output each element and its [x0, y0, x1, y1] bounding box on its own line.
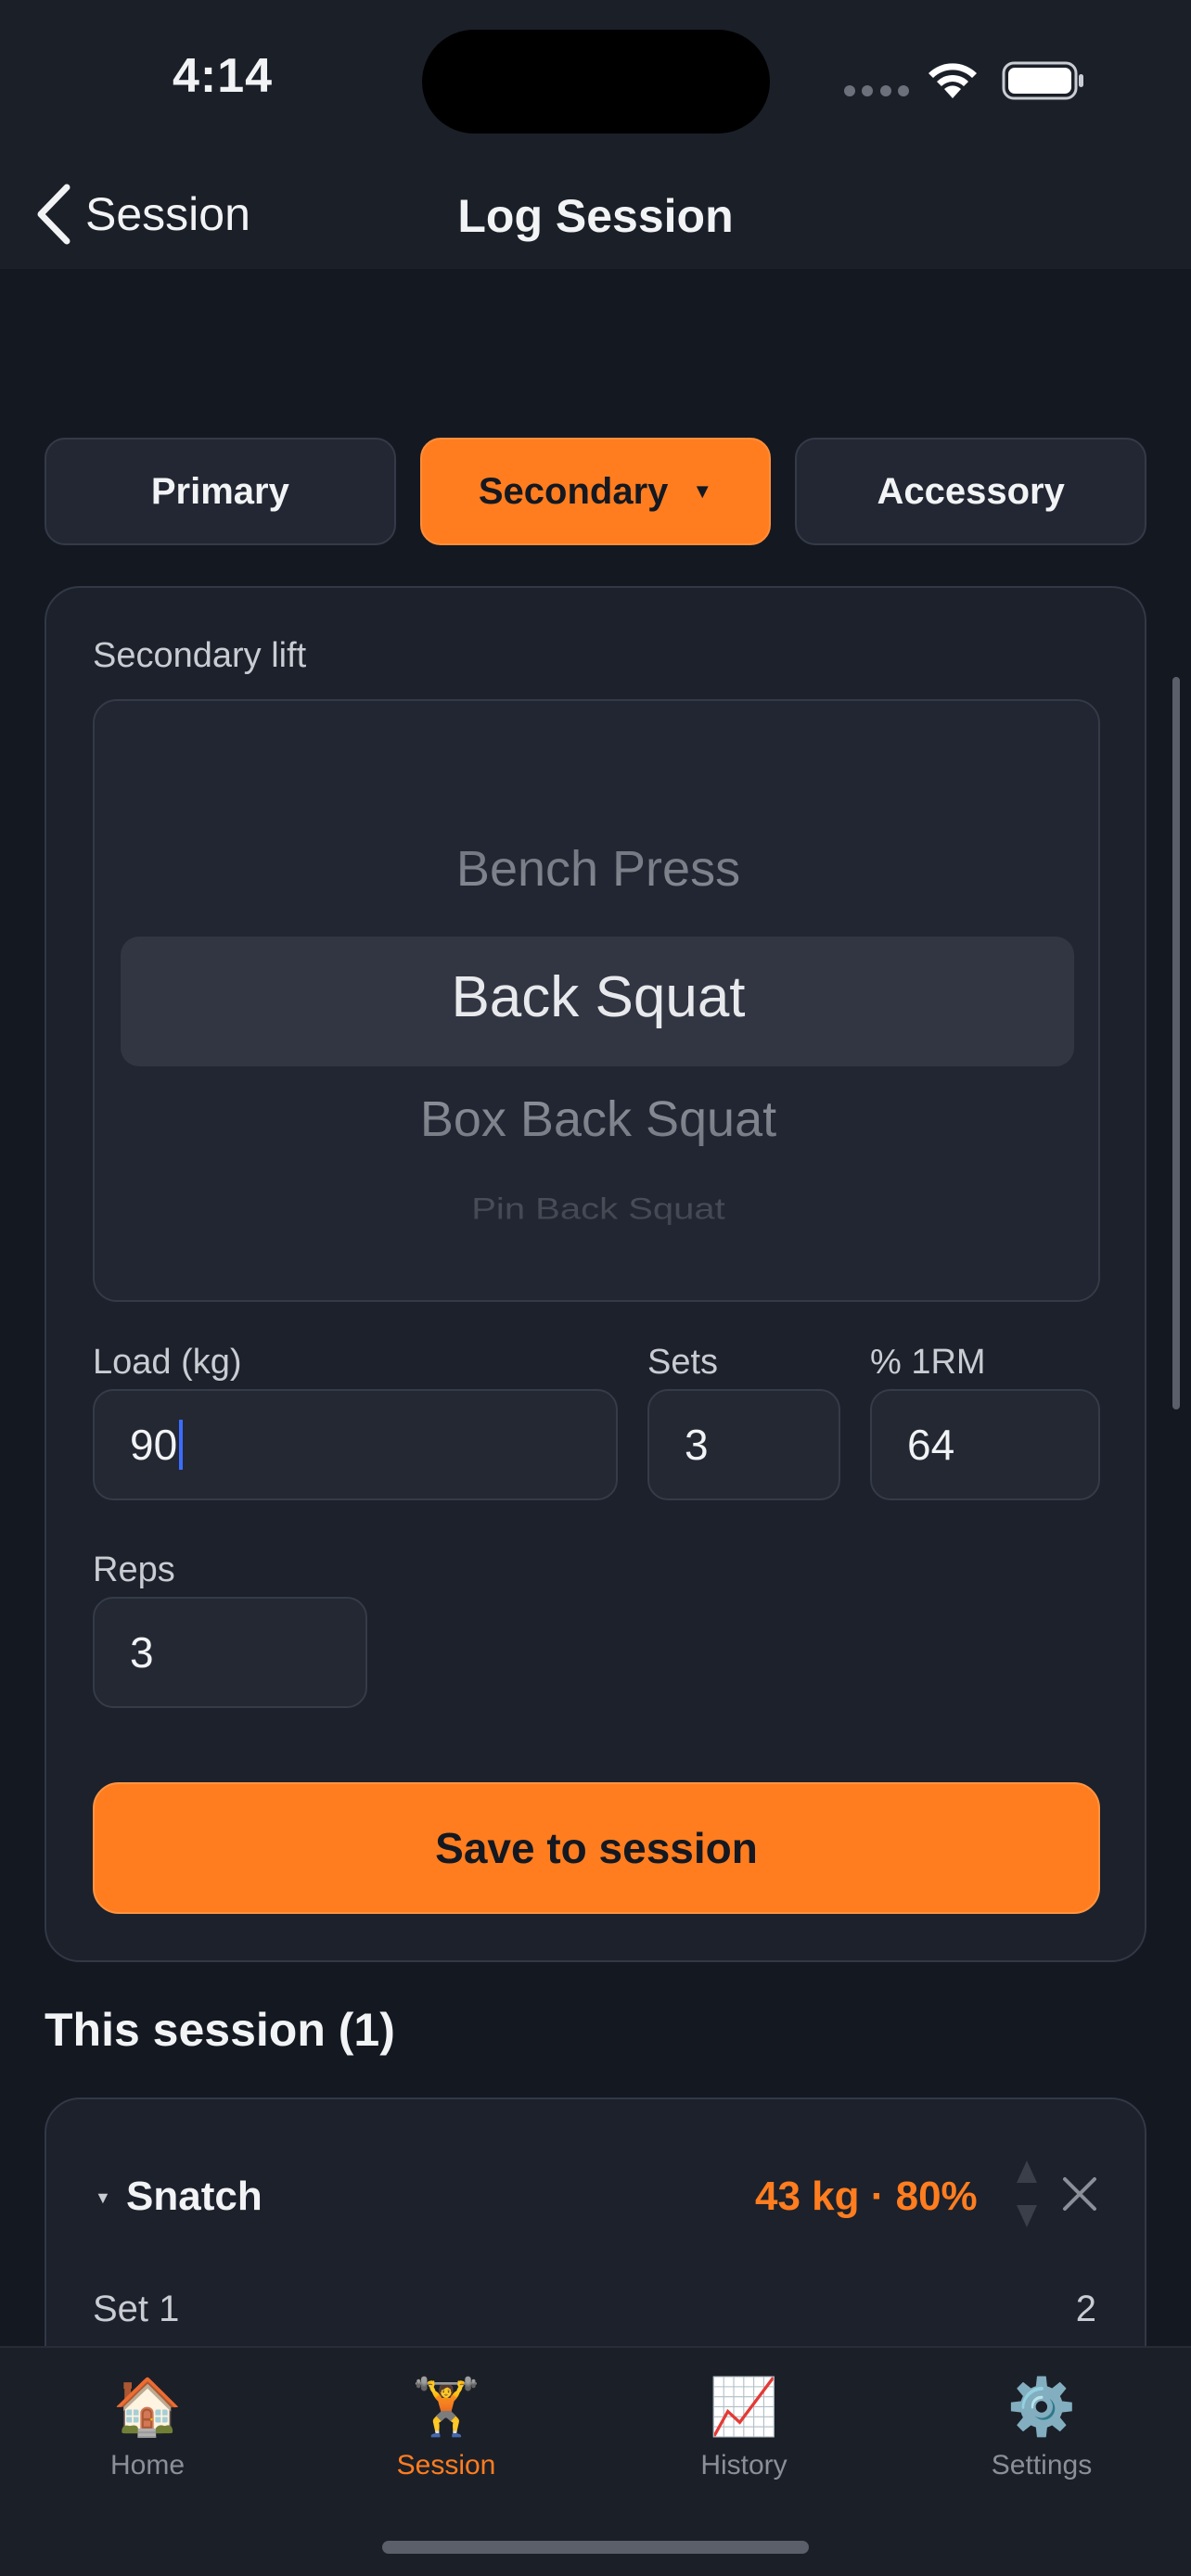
- tab-accessory[interactable]: Accessory: [795, 438, 1147, 545]
- disclosure-triangle-icon[interactable]: ▼: [95, 2188, 111, 2208]
- wifi-icon: [928, 63, 977, 98]
- save-to-session-button[interactable]: Save to session: [93, 1782, 1100, 1914]
- tab-bar-home[interactable]: 🏠 Home: [55, 2372, 240, 2481]
- sets-label: Sets: [647, 1343, 719, 1382]
- secondary-lift-label: Secondary lift: [93, 636, 307, 675]
- chart-increasing-icon: 📈: [709, 2376, 779, 2438]
- picker-option-below[interactable]: Box Back Squat: [95, 1090, 1098, 1148]
- sets-value: 3: [685, 1421, 709, 1469]
- lift-type-tabs: Primary Secondary ▼ Accessory: [45, 438, 1147, 545]
- tab-secondary-label: Secondary: [478, 470, 669, 512]
- reps-value: 3: [130, 1628, 154, 1677]
- tab-primary-label: Primary: [150, 470, 289, 512]
- entry-lift-name[interactable]: Snatch: [126, 2174, 263, 2220]
- tab-accessory-label: Accessory: [877, 470, 1065, 512]
- lift-entry-card: Secondary lift Bench Press Back Squat Bo…: [45, 586, 1146, 1962]
- gear-icon: ⚙️: [1006, 2376, 1077, 2438]
- reps-input[interactable]: 3: [93, 1597, 367, 1708]
- picker-option-far-below[interactable]: Pin Back Squat: [95, 1193, 1098, 1227]
- reps-label: Reps: [93, 1550, 175, 1589]
- back-button-label: Session: [85, 188, 250, 240]
- navigation-bar: Log Session Session: [0, 158, 1191, 269]
- status-bar: 4:14: [0, 0, 1191, 158]
- back-button[interactable]: Session: [33, 182, 250, 247]
- tab-bar-home-label: Home: [109, 2450, 186, 2480]
- scrollbar[interactable]: [1172, 677, 1180, 1409]
- weightlifter-icon: 🏋️: [411, 2376, 481, 2438]
- load-value: 90: [130, 1421, 178, 1469]
- sets-input[interactable]: 3: [647, 1389, 840, 1500]
- tab-bar-settings-label: Settings: [991, 2450, 1093, 2480]
- entry-summary: 43 kg · 80%: [755, 2174, 978, 2219]
- caret-down-icon: ▼: [692, 479, 713, 503]
- set-row-value: 2: [1075, 2289, 1096, 2329]
- tab-secondary[interactable]: Secondary ▼: [419, 438, 772, 545]
- tab-primary[interactable]: Primary: [45, 438, 396, 545]
- tab-bar-history-label: History: [700, 2450, 788, 2480]
- percent-1rm-input[interactable]: 64: [870, 1389, 1100, 1500]
- tab-bar-session[interactable]: 🏋️ Session: [353, 2372, 539, 2481]
- set-row-label: Set 1: [93, 2289, 180, 2329]
- status-time: 4:14: [173, 49, 274, 103]
- percent-1rm-value: 64: [907, 1421, 955, 1469]
- cellular-signal-icon: [844, 85, 909, 96]
- load-input[interactable]: 90: [93, 1389, 618, 1500]
- session-section-title: This session (1): [45, 2004, 395, 2056]
- battery-icon: [1002, 61, 1083, 100]
- reorder-arrows-icon[interactable]: [1015, 2157, 1039, 2231]
- tab-bar-history[interactable]: 📈 History: [651, 2372, 837, 2481]
- lift-picker[interactable]: Bench Press Back Squat Box Back Squat Pi…: [93, 699, 1100, 1302]
- percent-1rm-label: % 1RM: [870, 1343, 986, 1382]
- delete-icon[interactable]: [1061, 2175, 1098, 2213]
- load-label: Load (kg): [93, 1343, 242, 1382]
- save-button-label: Save to session: [435, 1824, 758, 1872]
- dynamic-island: [422, 30, 770, 134]
- house-icon: 🏠: [112, 2376, 183, 2438]
- picker-option-selected[interactable]: Back Squat: [95, 964, 1098, 1030]
- tab-bar-session-label: Session: [396, 2450, 496, 2480]
- text-cursor: [179, 1420, 184, 1470]
- picker-option-above[interactable]: Bench Press: [95, 840, 1098, 898]
- tab-bar-settings[interactable]: ⚙️ Settings: [949, 2372, 1134, 2481]
- home-indicator[interactable]: [382, 2541, 809, 2554]
- chevron-left-icon: [37, 184, 70, 245]
